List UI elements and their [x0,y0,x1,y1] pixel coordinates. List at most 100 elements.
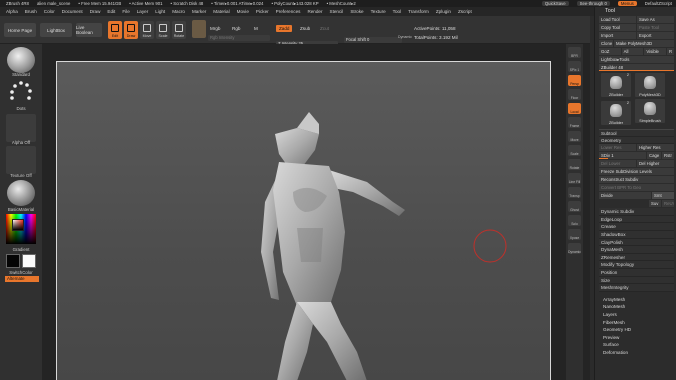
smt-toggle[interactable]: Smt [652,192,674,200]
see-through-slider[interactable]: See-through 0 [576,1,610,6]
menu-zplugin[interactable]: Zplugin [436,9,451,14]
zcut-toggle[interactable]: Zcut [320,26,329,31]
tool-thumb-polymesh3d[interactable]: PolyMesh3D [635,73,665,97]
main-color-swatch[interactable] [6,254,20,268]
freeze-subdivision-button[interactable]: Freeze SubDivision Levels [599,168,674,176]
lower-res-button[interactable]: Lower Res [599,144,636,152]
reuv-toggle[interactable]: ReUV [662,200,674,208]
cage-button[interactable]: Cage [647,152,661,160]
lightbox-tools-button[interactable]: Lightbox▸Tools [599,56,674,63]
zbuilder-slider[interactable]: ZBuilder 48 [599,64,674,71]
live-boolean-button[interactable]: Live Boolean [76,23,102,37]
rightstrip-line-fill-button[interactable]: Line Fill [568,173,581,184]
zadd-toggle[interactable]: Zadd [276,25,293,32]
make-polymesh-button[interactable]: Make PolyMesh3D [614,40,674,47]
tool-thumb-simplebrush[interactable]: SimpleBrush [635,99,665,123]
menu-draw[interactable]: Draw [90,9,101,14]
menu-macro[interactable]: Macro [172,9,185,14]
menu-zscript[interactable]: Zscript [458,9,472,14]
move-mode-button[interactable]: Move [140,21,154,39]
del-higher-button[interactable]: Del Higher [637,160,674,168]
geometry-item-dynamesh[interactable]: DynaMesh [599,246,674,254]
menu-brush[interactable]: Brush [25,9,37,14]
tool-thumb-zbuilder[interactable]: ZBuilder 2 [601,101,631,125]
del-lower-button[interactable]: Del Lower [599,160,636,168]
rightstrip-dynamic-button[interactable]: Dynamic [568,243,581,254]
geometry-item-claypolish[interactable]: ClayPolish [599,238,674,247]
material-swatch-icon[interactable] [192,20,206,38]
rgb-toggle[interactable]: Rgb [232,26,240,31]
menu-preferences[interactable]: Preferences [276,9,301,14]
zsub-toggle[interactable]: Zsub [300,26,310,31]
geometry-item-size[interactable]: Size [599,276,674,285]
scale-mode-button[interactable]: Scale [156,21,170,39]
all-button[interactable]: All [621,48,644,55]
home-page-button[interactable]: Home Page [4,23,36,37]
subpalette-surface[interactable]: Surface [599,341,669,349]
menu-material[interactable]: Material [213,9,229,14]
rightstrip-xpose-button[interactable]: Xpose [568,229,581,240]
menu-document[interactable]: Document [62,9,83,14]
alpha-tile[interactable] [6,114,36,142]
clone-button[interactable]: Clone [599,40,613,47]
secondary-color-swatch[interactable] [22,254,36,268]
menu-color[interactable]: Color [44,9,55,14]
alternate-button[interactable]: Alternate [5,276,39,282]
rstr-button[interactable]: Rstr [662,152,674,160]
subtool-section[interactable]: Subtool [599,129,674,137]
geometry-item-crease[interactable]: Crease [599,223,674,231]
rgb-intensity-slider[interactable]: Rgb Intensity [208,35,270,41]
convert-bpr-button[interactable]: Convert BPR To Geo [599,184,674,192]
menu-transform[interactable]: Transform [408,9,429,14]
rightstrip-floor-button[interactable]: Floor [568,89,581,100]
subpalette-layers[interactable]: Layers [599,311,669,319]
geometry-section[interactable]: Geometry [599,136,674,145]
menu-file[interactable]: File [122,9,129,14]
menu-picker[interactable]: Picker [256,9,269,14]
rightstrip-solo-button[interactable]: Solo [568,215,581,226]
menu-stencil[interactable]: Stencil [330,9,344,14]
menu-edit[interactable]: Edit [107,9,115,14]
load-tool-button[interactable]: Load Tool [599,16,636,23]
menu-alpha[interactable]: Alpha [6,9,18,14]
subpalette-preview[interactable]: Preview [599,334,669,342]
rightstrip-frame-button[interactable]: Frame [568,117,581,128]
rightstrip-spix-1-button[interactable]: SPix 1 [568,61,581,72]
focal-shift-slider[interactable]: Focal Shift 0 [344,37,402,43]
geometry-item-zremesher[interactable]: ZRemesher [599,253,674,262]
save-as-button[interactable]: Save As [637,16,674,23]
menu-stroke[interactable]: Stroke [350,9,363,14]
subpalette-arraymesh[interactable]: ArrayMesh [599,296,669,304]
mrgb-toggle[interactable]: Mrgb [210,26,220,31]
geometry-item-dynamic-subdiv[interactable]: Dynamic Subdiv [599,208,674,216]
draw-mode-button[interactable]: Draw [124,21,138,39]
geometry-item-edgeloop[interactable]: EdgeLoop [599,215,674,224]
rightstrip-scale-button[interactable]: Scale [568,145,581,156]
menu-texture[interactable]: Texture [371,9,386,14]
higher-res-button[interactable]: Higher Res [637,144,674,152]
rightstrip-rotate-button[interactable]: Rotate [568,159,581,170]
goz-button[interactable]: GoZ [599,48,621,55]
dynamic-toggle[interactable]: Dynamic [398,35,412,39]
geometry-item-shadowbox[interactable]: ShadowBox [599,230,674,239]
subpalette-geometry-hd[interactable]: Geometry HD [599,326,669,334]
menu-tool[interactable]: Tool [393,9,401,14]
texture-tile[interactable] [6,146,36,174]
menu-render[interactable]: Render [307,9,322,14]
visible-button[interactable]: Visible [644,48,667,55]
subpalette-fibermesh[interactable]: FiberMesh [599,319,669,327]
divide-button[interactable]: Divide [599,192,651,200]
export-button[interactable]: Export [637,32,674,39]
suv-toggle[interactable]: Suv [649,200,661,208]
copy-tool-button[interactable]: Copy Tool [599,24,636,31]
menu-light[interactable]: Light [155,9,165,14]
default-zscript-button[interactable]: DefaultZScript [645,1,672,6]
rightstrip-ghost-button[interactable]: Ghost [568,201,581,212]
rotate-mode-button[interactable]: Rotate [172,21,186,39]
tool-thumb-zbuilder[interactable]: ZBuilder 2 [601,73,631,97]
geometry-item-position[interactable]: Position [599,268,674,277]
reconstruct-subdiv-button[interactable]: Reconstruct Subdiv [599,176,674,184]
menus-button[interactable]: Menus [617,1,637,6]
geometry-item-meshintegrity[interactable]: MeshIntegrity [599,284,674,292]
m-toggle[interactable]: M [254,26,258,31]
